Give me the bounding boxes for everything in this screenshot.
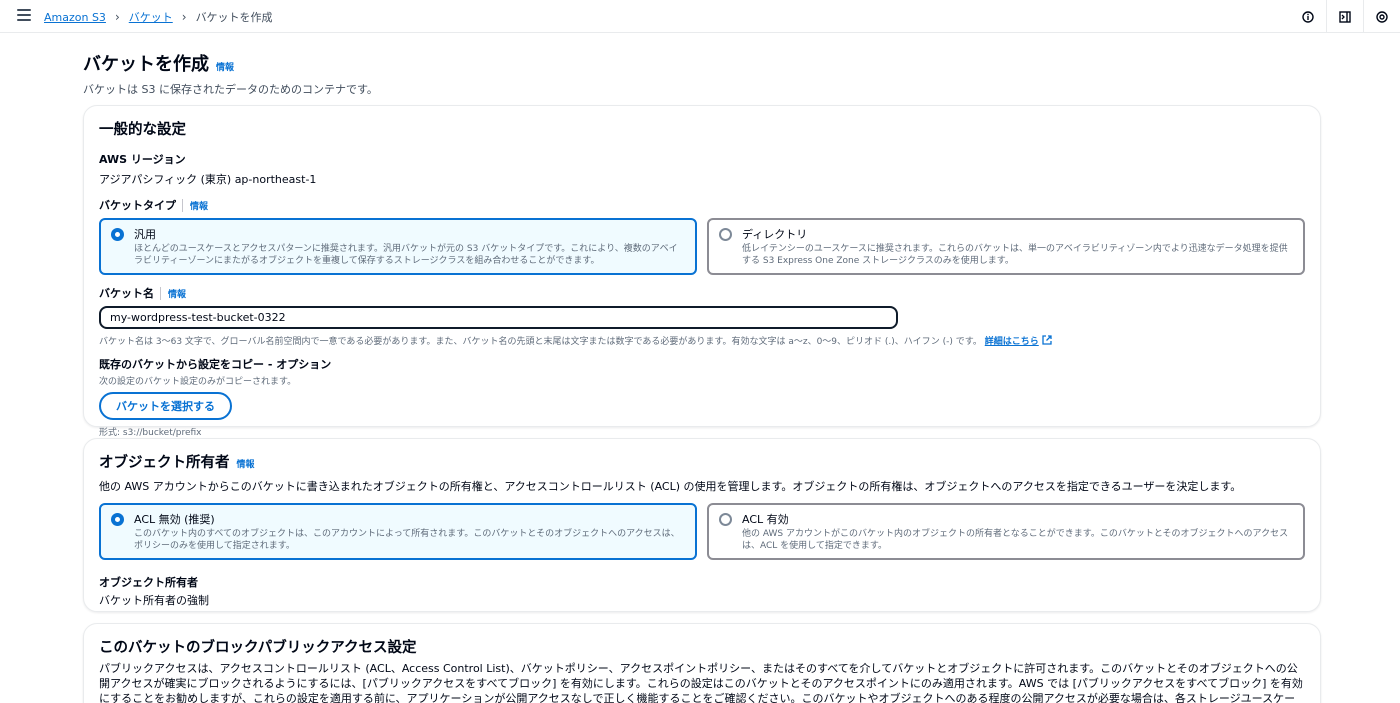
block-public-access-panel: このバケットのブロックパブリックアクセス設定 パブリックアクセスは、アクセスコン… — [83, 623, 1321, 703]
tile-title: ディレクトリ — [742, 228, 808, 241]
chevron-right-icon: › — [181, 10, 187, 24]
tile-description: 低レイテンシーのユースケースに推奨されます。これらのバケットは、単一のアベイラビ… — [742, 244, 1288, 266]
top-bar: Amazon S3 › バケット › バケットを作成 — [0, 0, 1400, 33]
object-ownership-info-link[interactable]: 情報 — [237, 457, 255, 470]
object-ownership-title: オブジェクト所有者 — [99, 455, 230, 471]
bucket-name-label: バケット名 情報 — [99, 285, 1305, 301]
radio-unselected[interactable] — [719, 513, 732, 526]
object-ownership-panel: オブジェクト所有者 情報 他の AWS アカウントからこのバケットに書き込まれた… — [83, 438, 1321, 612]
bucket-name-input[interactable] — [99, 306, 898, 329]
object-ownership-tiles: ACL 無効 (推奨) このバケット内のすべてのオブジェクトは、このアカウントに… — [99, 503, 1305, 560]
tile-title: ACL 無効 (推奨) — [134, 513, 215, 526]
bucket-name-label-text: バケット名 — [99, 287, 154, 300]
object-owner-value: バケット所有者の強制 — [99, 594, 209, 607]
bucket-type-tiles: 汎用 ほとんどのユースケースとアクセスパターンに推奨されます。汎用バケットが元の… — [99, 218, 1305, 275]
radio-selected[interactable] — [111, 513, 124, 526]
breadcrumb: Amazon S3 › バケット › バケットを作成 — [44, 9, 273, 25]
bucket-name-info-link[interactable]: 情報 — [160, 286, 186, 300]
breadcrumb-current: バケットを作成 — [195, 11, 273, 24]
bucket-type-info-link[interactable]: 情報 — [182, 198, 208, 212]
bucket-type-label: バケットタイプ 情報 — [99, 197, 1305, 213]
divider — [1326, 0, 1327, 33]
learn-more-link[interactable]: 詳細はこちら — [985, 337, 1039, 347]
chevron-right-icon: › — [114, 10, 120, 24]
acl-enabled-option[interactable]: ACL 有効 他の AWS アカウントがこのバケット内のオブジェクトの所有者とな… — [707, 503, 1305, 560]
page-title: バケットを作成 — [83, 54, 209, 75]
panel-toggle-icon[interactable] — [1339, 10, 1351, 23]
bucket-type-directory[interactable]: ディレクトリ 低レイテンシーのユースケースに推奨されます。これらのバケットは、単… — [707, 218, 1305, 275]
breadcrumb-amazon-s3[interactable]: Amazon S3 — [44, 11, 106, 24]
tile-description: このバケット内のすべてのオブジェクトは、このアカウントによって所有されます。この… — [134, 529, 680, 551]
page-description: バケットは S3 に保存されたデータのためのコンテナです。 — [83, 83, 378, 96]
hamburger-menu-icon[interactable] — [17, 9, 31, 23]
acl-disabled-option[interactable]: ACL 無効 (推奨) このバケット内のすべてのオブジェクトは、このアカウントに… — [99, 503, 697, 560]
block-public-access-description: パブリックアクセスは、アクセスコントロールリスト (ACL、Access Con… — [99, 662, 1303, 703]
external-link-icon — [1041, 335, 1052, 345]
object-owner-label: オブジェクト所有者 — [99, 576, 198, 589]
choose-bucket-button[interactable]: バケットを選択する — [99, 392, 232, 420]
copy-settings-hint: 次の設定のバケット設定のみがコピーされます。 — [99, 377, 297, 387]
radio-selected[interactable] — [111, 228, 124, 241]
tile-title: ACL 有効 — [742, 513, 789, 526]
tile-description: 他の AWS アカウントがこのバケット内のオブジェクトの所有者となることができま… — [742, 529, 1289, 551]
page-header: バケットを作成 情報 バケットは S3 に保存されたデータのためのコンテナです。 — [83, 50, 1321, 97]
block-public-access-title: このバケットのブロックパブリックアクセス設定 — [99, 640, 417, 656]
breadcrumb-buckets[interactable]: バケット — [129, 9, 173, 25]
bucket-name-hint: バケット名は 3～63 文字で、グローバル名前空間内で一意である必要があります。… — [99, 334, 1305, 347]
info-circle-icon[interactable] — [1302, 10, 1314, 23]
tile-description: ほとんどのユースケースとアクセスパターンに推奨されます。汎用バケットが元の S3… — [134, 244, 678, 266]
general-settings-title: 一般的な設定 — [99, 122, 186, 138]
page-info-link[interactable]: 情報 — [216, 60, 234, 73]
general-settings-panel: 一般的な設定 AWS リージョン アジアパシフィック (東京) ap-north… — [83, 105, 1321, 438]
bucket-type-general-purpose[interactable]: 汎用 ほとんどのユースケースとアクセスパターンに推奨されます。汎用バケットが元の… — [99, 218, 697, 275]
copy-settings-label: 既存のバケットから設定をコピー - オプション — [99, 358, 332, 371]
bucket-type-label-text: バケットタイプ — [99, 199, 176, 212]
format-hint: 形式: s3://bucket/prefix — [99, 428, 202, 438]
tile-title: 汎用 — [134, 228, 156, 241]
divider — [1363, 0, 1364, 33]
radio-unselected[interactable] — [719, 228, 732, 241]
object-ownership-title-row: オブジェクト所有者 情報 — [99, 451, 1305, 472]
bucket-name-hint-text: バケット名は 3～63 文字で、グローバル名前空間内で一意である必要があります。… — [99, 337, 982, 347]
help-panel-icon[interactable] — [1376, 10, 1388, 23]
region-label: AWS リージョン — [99, 153, 186, 166]
region-value: アジアパシフィック (東京) ap-northeast-1 — [99, 173, 317, 186]
object-ownership-description: 他の AWS アカウントからこのバケットに書き込まれたオブジェクトの所有権と、ア… — [99, 480, 1242, 493]
